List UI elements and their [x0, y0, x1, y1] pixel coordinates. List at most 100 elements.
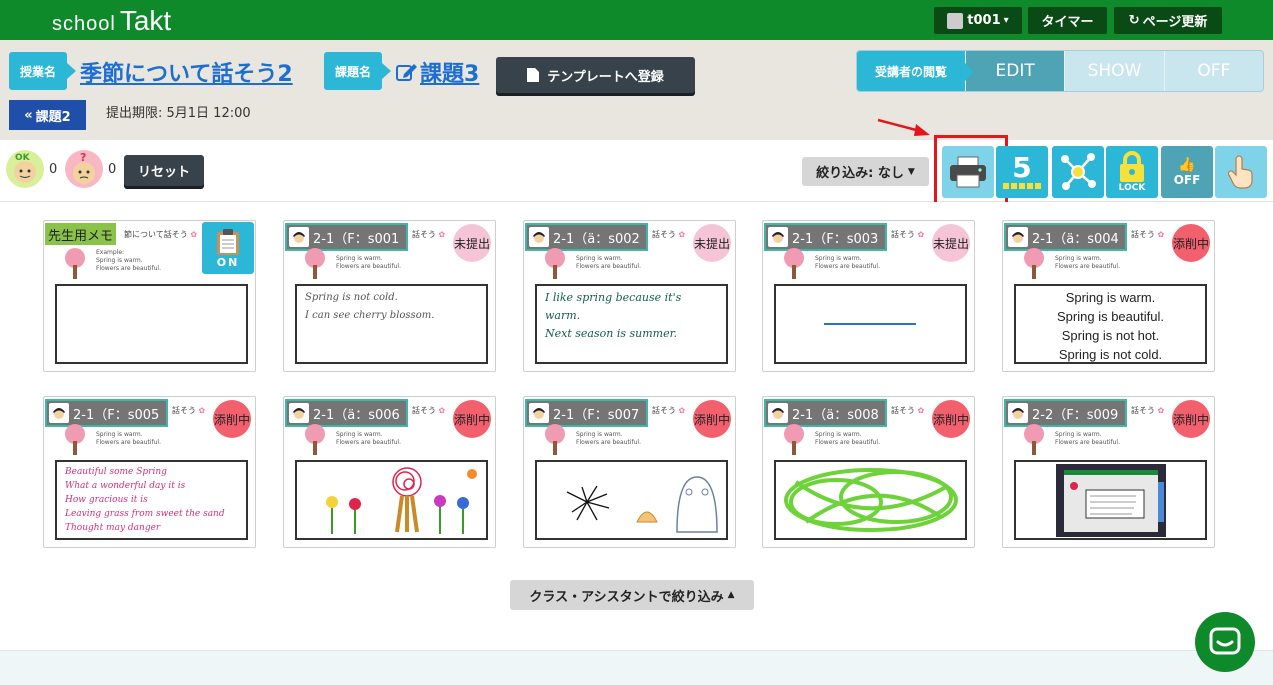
- edit-icon: [396, 64, 417, 81]
- student-card[interactable]: 2-1（ä：s004 話そう ✿ Spring is warm. Flowers ar…: [1002, 220, 1215, 372]
- lock-button[interactable]: LOCK: [1106, 146, 1158, 198]
- memo-on-toggle[interactable]: ON: [202, 222, 254, 274]
- student-card[interactable]: 2-1（ä：s006 話そう ✿ Spring is warm. Flowers ar…: [283, 396, 496, 548]
- clipboard-icon: [217, 228, 239, 255]
- card-title-excerpt: 話そう ✿: [891, 405, 924, 416]
- student-card[interactable]: 2-1（F：s007 話そう ✿ Spring is warm. Flowers ar…: [523, 396, 736, 548]
- student-name: 2-1（F：s003: [792, 231, 879, 247]
- card-title-excerpt: 話そう ✿: [412, 405, 445, 416]
- student-avatar-icon: [1008, 403, 1028, 423]
- answer-line: Leaving grass from sweet the sand: [65, 509, 225, 519]
- student-card[interactable]: 2-1（F：s005 話そう ✿ Spring is warm. Flowers ar…: [43, 396, 256, 548]
- student-card[interactable]: 2-1（F：s001 話そう ✿ Spring is warm. Flowers ar…: [283, 220, 496, 372]
- student-name: 2-1（F：s005: [73, 407, 160, 423]
- view-option-off-label: OFF: [1197, 61, 1231, 81]
- lesson-name-tag: 授業名: [9, 52, 76, 90]
- cherry-tree-icon: [784, 248, 804, 279]
- chat-launcher-button[interactable]: [1195, 612, 1255, 672]
- status-badge: 添削中: [1172, 400, 1210, 438]
- answer-line: Beautiful some Spring: [65, 467, 167, 477]
- pointer-button[interactable]: [1215, 146, 1267, 198]
- reset-label: リセット: [137, 165, 190, 180]
- card-title-excerpt: 話そう ✿: [412, 229, 445, 240]
- view-option-show[interactable]: SHOW: [1064, 51, 1163, 91]
- answer-line: Spring is not hot.: [1061, 328, 1160, 343]
- teacher-memo-card[interactable]: 先生用メモ 節について話そう ✿ Example: Spring is warm…: [43, 220, 256, 372]
- card-example-text: Spring is warm. Flowers are beautiful.: [815, 255, 880, 271]
- example-line-1: Spring is warm.: [96, 257, 143, 264]
- answer-box: Spring is not cold. I can see cherry blos…: [295, 284, 488, 364]
- answer-line: Spring is not cold.: [305, 292, 398, 303]
- view-option-edit[interactable]: EDIT: [965, 51, 1065, 91]
- student-avatar-icon: [289, 403, 309, 423]
- lesson-title-link[interactable]: 季節について話そう2: [80, 56, 293, 88]
- example-heading: Example:: [96, 249, 125, 256]
- example-line-2: Flowers are beautiful.: [96, 265, 161, 272]
- document-icon: [527, 68, 540, 82]
- previous-task-button[interactable]: « 課題2: [9, 100, 86, 130]
- student-name: 2-1（F：s007: [553, 407, 640, 423]
- register-template-button[interactable]: テンプレートへ登録: [496, 57, 695, 93]
- card-title-excerpt-text: 話そう: [652, 406, 676, 415]
- school-takt-logo[interactable]: school Takt: [52, 5, 171, 37]
- scribble-line-drawing: [824, 323, 916, 325]
- student-name: 2-1（ä：s008: [792, 407, 879, 423]
- status-badge: 添削中: [932, 400, 970, 438]
- student-card[interactable]: 2-2（F：s009 話そう ✿ Spring is warm. Flowers ar…: [1002, 396, 1215, 548]
- user-menu-button[interactable]: t001 ▾: [934, 7, 1022, 34]
- card-title-excerpt: 話そう ✿: [652, 405, 685, 416]
- example-line-1: Spring is warm.: [96, 431, 143, 438]
- answer-box: [535, 460, 728, 540]
- card-title-excerpt-text: 話そう: [652, 230, 676, 239]
- question-count: 0: [108, 162, 117, 177]
- answer-box: Beautiful some Spring What a wonderful da…: [55, 460, 248, 540]
- grid-size-button[interactable]: 5: [996, 146, 1048, 198]
- grid-dots-icon: [1003, 183, 1041, 189]
- cherry-tree-icon: [1024, 424, 1044, 455]
- cherry-tree-icon: [784, 424, 804, 455]
- answer-line: Thought may danger: [65, 523, 161, 533]
- example-line-1: Spring is warm.: [1055, 255, 1102, 262]
- card-title-excerpt-text: 節について話そう: [124, 230, 188, 239]
- student-view-label: 受講者の閲覧: [857, 51, 974, 91]
- student-card[interactable]: 2-1（ä：s002 話そう ✿ Spring is warm. Flowers ar…: [523, 220, 736, 372]
- task-title-link[interactable]: 課題3: [396, 56, 479, 88]
- card-example-text: Example: Spring is warm. Flowers are bea…: [96, 249, 161, 273]
- student-card[interactable]: 2-1（ä：s008 話そう ✿ Spring is warm. Flowers ar…: [762, 396, 975, 548]
- card-example-text: Spring is warm. Flowers are beautiful.: [336, 431, 401, 447]
- view-option-off[interactable]: OFF: [1163, 51, 1263, 91]
- blossom-icon: ✿: [438, 406, 446, 415]
- network-icon: [1061, 153, 1096, 190]
- status-badge: 未提出: [932, 224, 970, 262]
- card-title-excerpt-text: 話そう: [412, 230, 436, 239]
- card-title-excerpt: 話そう ✿: [891, 229, 924, 240]
- answer-line: What a wonderful day it is: [65, 481, 186, 491]
- answer-box: [295, 460, 488, 540]
- card-example-text: Spring is warm. Flowers are beautiful.: [576, 255, 641, 271]
- cherry-tree-icon: [545, 424, 565, 455]
- timer-button[interactable]: タイマー: [1028, 7, 1107, 34]
- like-off-button[interactable]: 👍 OFF: [1161, 146, 1213, 198]
- filter-label: 絞り込み: なし: [816, 166, 904, 181]
- class-assistant-filter-button[interactable]: クラス・アシスタントで絞り込み ▲: [510, 580, 754, 610]
- card-title-excerpt-text: 話そう: [891, 230, 915, 239]
- view-option-edit-label: EDIT: [995, 61, 1035, 81]
- refresh-page-button[interactable]: ↻ ページ更新: [1114, 7, 1222, 34]
- filter-dropdown[interactable]: 絞り込み: なし ▼: [802, 157, 929, 186]
- student-card[interactable]: 2-1（F：s003 話そう ✿ Spring is warm. Flowers ar…: [762, 220, 975, 372]
- class-filter-label: クラス・アシスタントで絞り込み: [529, 589, 724, 605]
- reset-button[interactable]: リセット: [124, 155, 204, 186]
- student-name: 2-1（ä：s006: [313, 407, 400, 423]
- example-line-1: Spring is warm.: [336, 255, 383, 262]
- example-line-1: Spring is warm.: [336, 431, 383, 438]
- student-avatar-icon: [768, 227, 788, 247]
- ok-count: 0: [49, 162, 58, 177]
- ok-face-icon[interactable]: OK: [6, 150, 44, 188]
- question-face-icon[interactable]: ?: [65, 150, 103, 188]
- user-name: t001: [967, 13, 1001, 28]
- blossom-icon: ✿: [198, 406, 206, 415]
- card-title-excerpt-text: 話そう: [891, 406, 915, 415]
- answer-box: [1014, 460, 1207, 540]
- student-avatar-icon: [289, 227, 309, 247]
- network-button[interactable]: [1052, 146, 1104, 198]
